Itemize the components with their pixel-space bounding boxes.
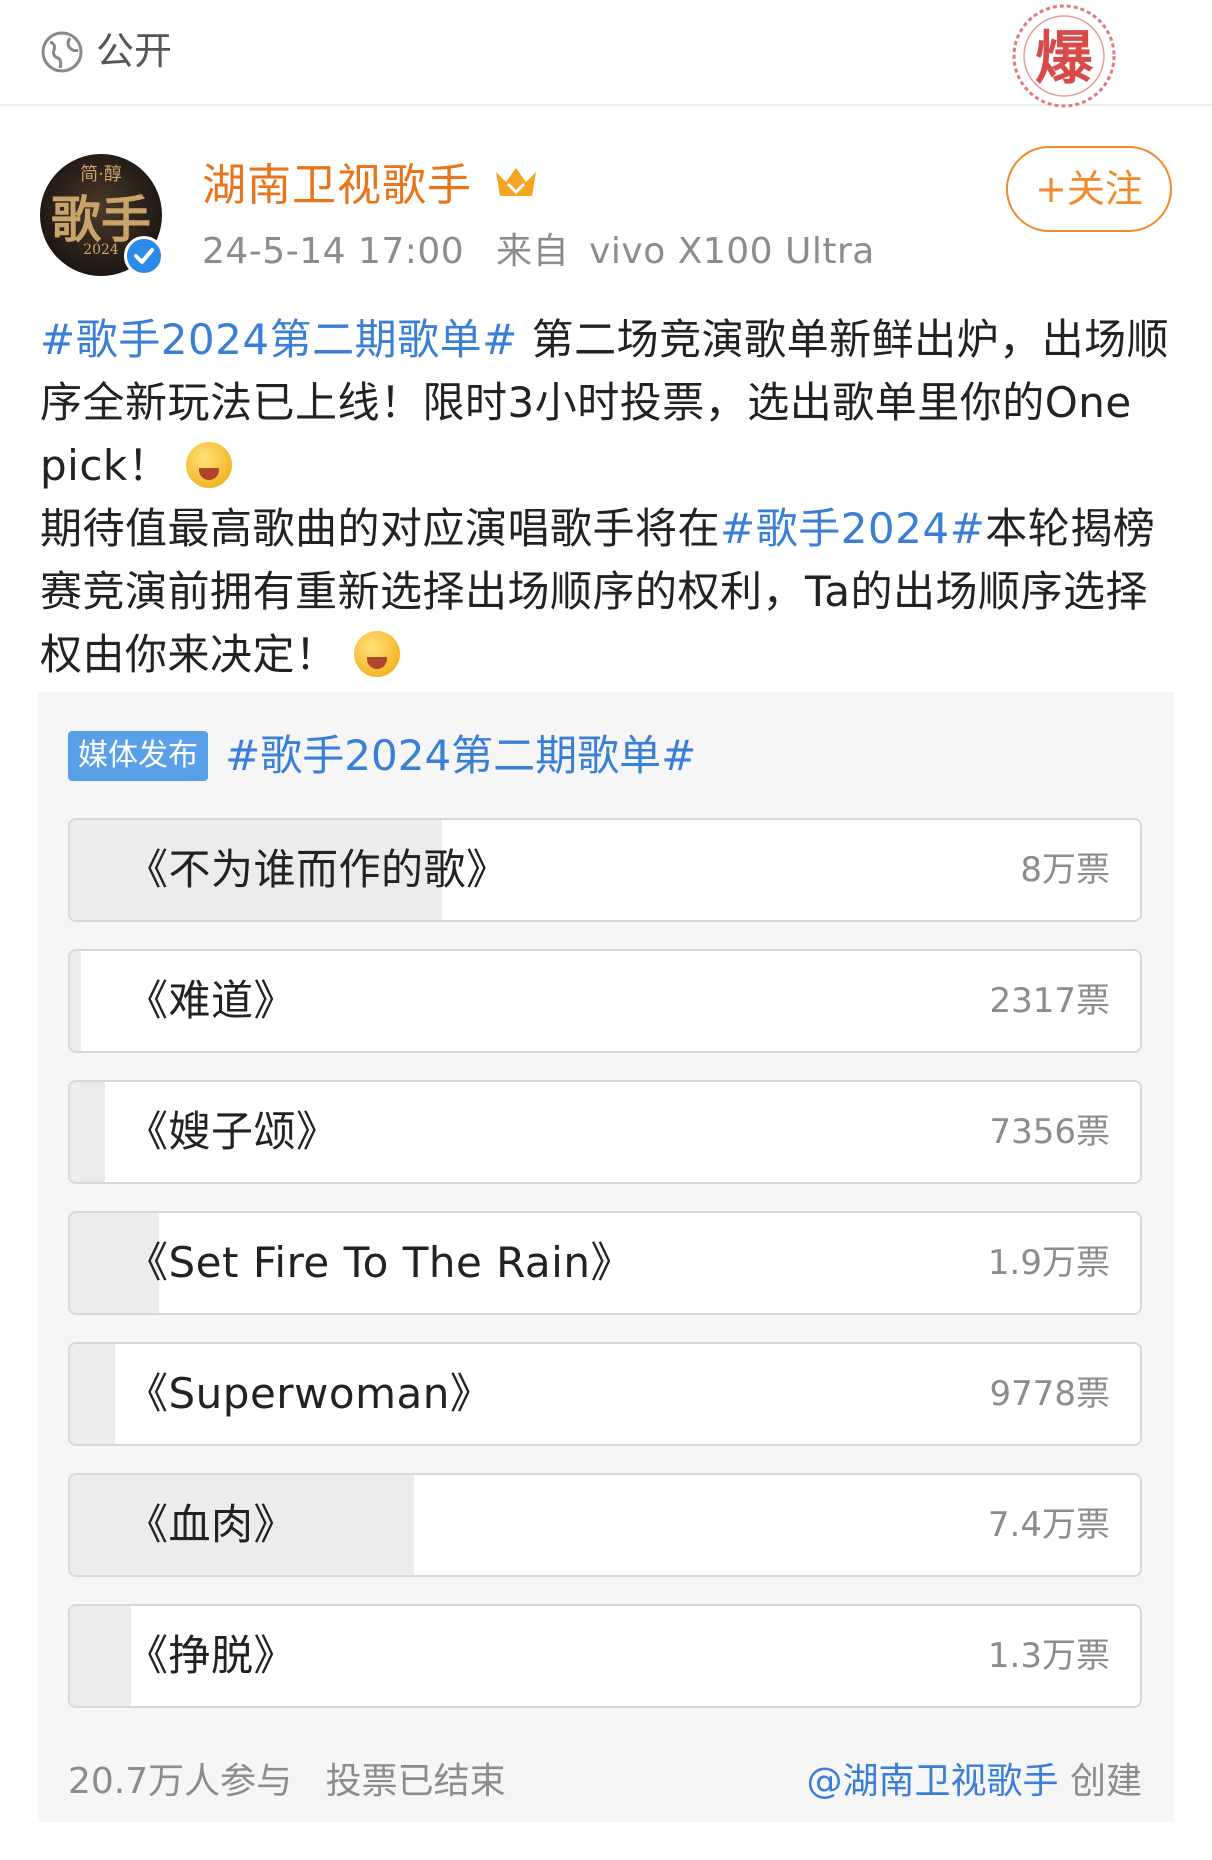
poll-creator: @湖南卫视歌手 创建 [807,1758,1142,1806]
poll-option-label: 《嫂子颂》 [126,1107,339,1156]
poll-option-count: 1.3万票 [987,1636,1110,1676]
poll-option[interactable]: 《不为谁而作的歌》 8万票 [68,818,1142,922]
poll-option-label: 《血肉》 [126,1500,297,1549]
svg-text:爆: 爆 [1035,24,1094,92]
vip-crown-icon [496,168,536,196]
poll-option-bar [70,1344,115,1444]
poll-stats: 20.7万人参与 投票已结束 [68,1758,506,1806]
laugh-cry-emoji-icon [186,442,233,488]
poll-title[interactable]: #歌手2024第二期歌单# [225,728,696,784]
poll-option-count: 7.4万票 [987,1505,1110,1545]
timestamp: 24-5-14 17:00 [202,231,465,272]
creator-link[interactable]: @湖南卫视歌手 [807,1761,1059,1802]
poll-option-count: 7356票 [989,1112,1110,1152]
top-bar: 公开 爆 [0,0,1212,108]
poll-option-label: 《不为谁而作的歌》 [126,845,509,894]
poll-option[interactable]: 《嫂子颂》 7356票 [68,1080,1142,1184]
poll-option[interactable]: 《血肉》 7.4万票 [68,1473,1142,1577]
poll-option-bar [70,951,81,1051]
source-prefix: 来自 [496,231,570,272]
poll-option-label: 《Superwoman》 [126,1369,493,1418]
poll-option[interactable]: 《Set Fire To The Rain》 1.9万票 [68,1211,1142,1315]
poll-option[interactable]: 《挣脱》 1.3万票 [68,1604,1142,1708]
post-text: #歌手2024第二期歌单# 第二场竞演歌单新鲜出炉，出场顺序全新玩法已上线！限时… [40,308,1180,686]
poll-option-count: 1.9万票 [987,1243,1110,1283]
poll-status: 投票已结束 [325,1761,506,1802]
author-name[interactable]: 湖南卫视歌手 [202,156,472,216]
poll-option-label: 《Set Fire To The Rain》 [126,1238,633,1287]
poll-option-bar [70,1082,105,1182]
happy-emoji-icon [353,631,400,677]
hashtag-link[interactable]: #歌手2024第二期歌单# [40,315,518,364]
verified-icon [124,236,164,276]
poll-option-label: 《挣脱》 [126,1631,297,1680]
poll-card: 媒体发布 #歌手2024第二期歌单# 《不为谁而作的歌》 8万票《难道》 2317票… [38,692,1174,1822]
visibility-label: 公开 [96,29,173,73]
poll-option-bar [70,1606,131,1706]
poll-option[interactable]: 《Superwoman》 9778票 [68,1342,1142,1446]
follow-button[interactable]: +关注 [1006,146,1172,232]
media-badge: 媒体发布 [68,731,208,781]
poll-option-count: 8万票 [1020,850,1110,890]
post-text-2: 期待值最高歌曲的对应演唱歌手将在 [40,504,721,553]
hot-stamp-icon: 爆 [1012,4,1116,108]
participants-count: 20.7万人参与 [68,1761,293,1802]
poll-header: 媒体发布 #歌手2024第二期歌单# [68,728,696,784]
creator-suffix: 创建 [1058,1761,1142,1802]
poll-option[interactable]: 《难道》 2317票 [68,949,1142,1053]
post-meta: 24-5-14 17:00 来自 vivo X100 Ultra [202,226,875,278]
globe-icon [41,31,83,73]
poll-option-count: 9778票 [989,1374,1110,1414]
poll-option-label: 《难道》 [126,976,297,1025]
poll-option-count: 2317票 [989,981,1110,1021]
source-device: vivo X100 Ultra [589,231,875,272]
hashtag-link[interactable]: #歌手2024# [720,504,985,553]
